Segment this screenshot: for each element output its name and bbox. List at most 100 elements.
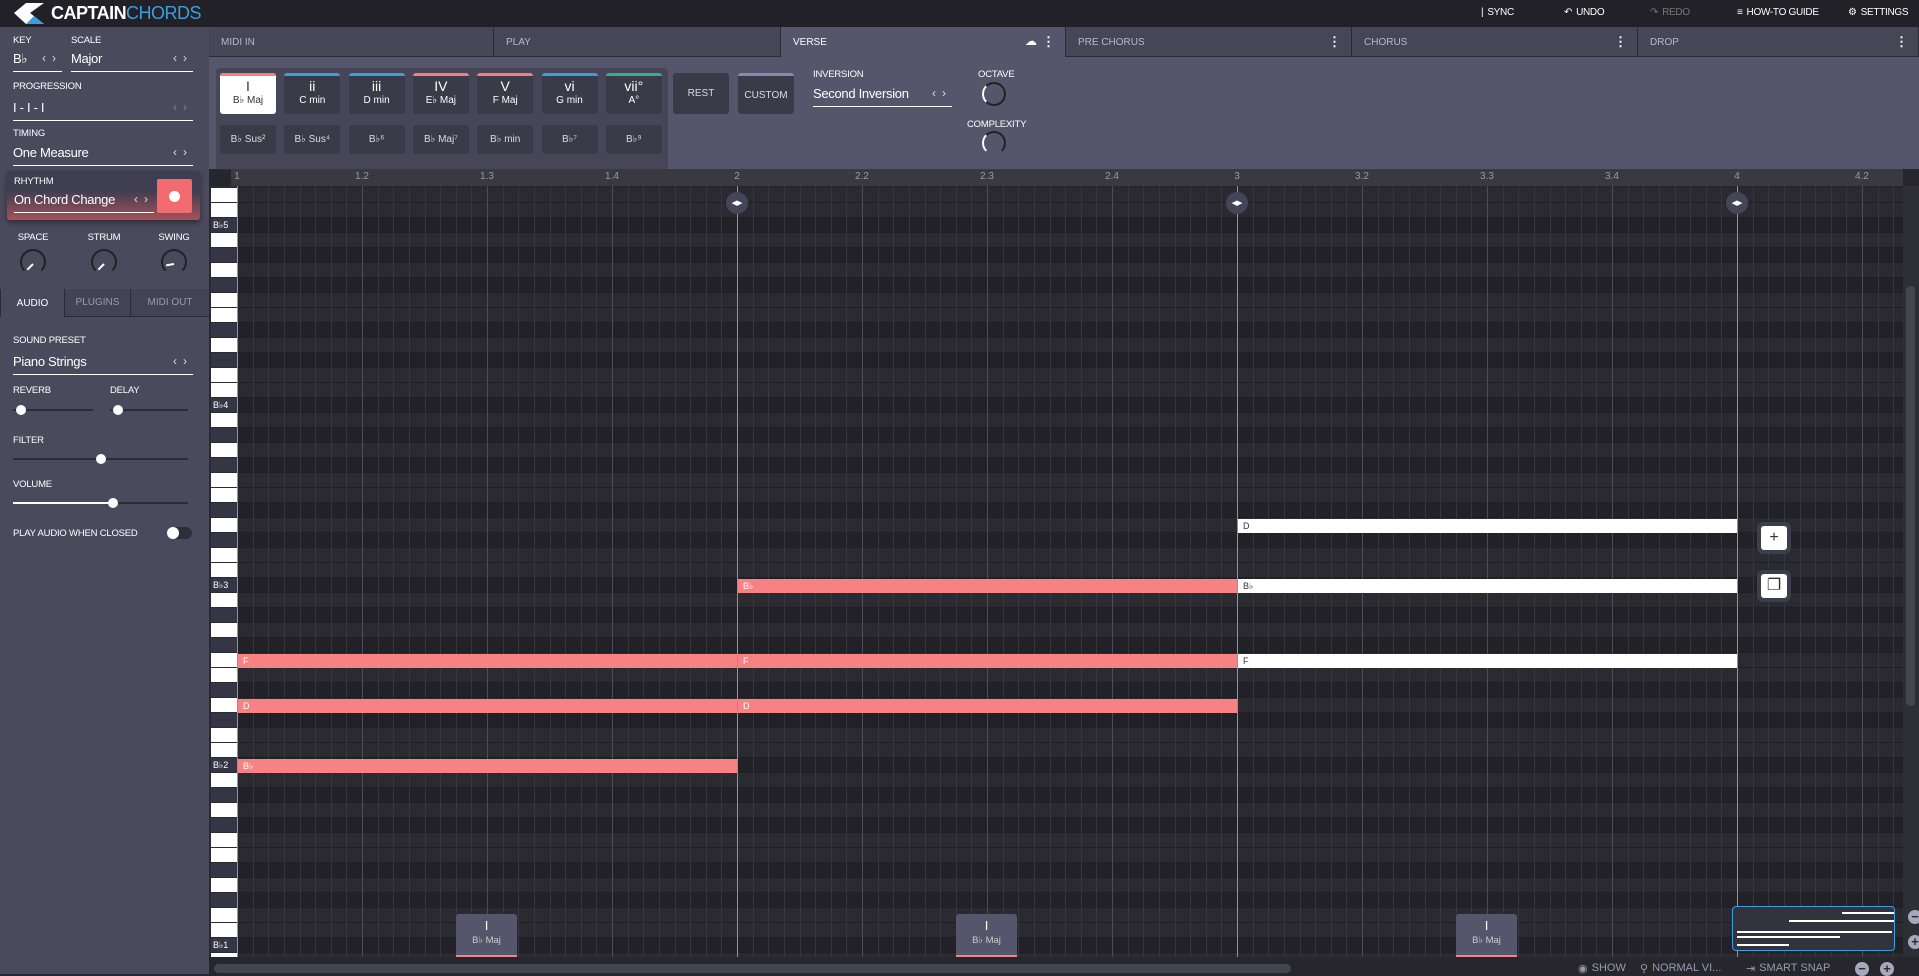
piano-key[interactable] <box>211 473 237 487</box>
piano-key[interactable] <box>211 428 237 442</box>
piano-key[interactable] <box>211 593 237 607</box>
tab-audio[interactable]: AUDIO <box>0 289 64 317</box>
chord-button-vi[interactable]: vi G min <box>541 73 598 114</box>
piano-key[interactable] <box>211 773 237 787</box>
more-options-icon[interactable]: ⋮ <box>1328 34 1341 50</box>
note-F3[interactable]: F <box>738 654 1237 668</box>
sync-button[interactable]: | SYNC <box>1481 7 1514 18</box>
piano-key[interactable] <box>211 383 237 397</box>
horizontal-scrollbar[interactable] <box>214 964 1291 973</box>
tab-pre-chorus[interactable]: PRE CHORUS ⋮ <box>1066 27 1352 57</box>
tab-midi-in[interactable]: MIDI IN <box>209 27 494 57</box>
note-D3[interactable]: D <box>238 699 737 713</box>
redo-button[interactable]: ↷ REDO <box>1650 7 1690 18</box>
piano-key[interactable] <box>211 788 237 802</box>
loop-handle-icon[interactable]: ◀▶ <box>1226 192 1248 214</box>
timeline-ruler[interactable]: 1 1.2 1.3 1.4 2 2.2 2.3 2.4 3 3.2 3.3 3.4 4 4.2 <box>231 169 1903 186</box>
piano-key[interactable] <box>211 263 237 277</box>
chord-button-vii°[interactable]: vii° A° <box>605 73 662 114</box>
vertical-zoom-in-icon[interactable]: + <box>1908 935 1919 949</box>
chord-pad[interactable]: I B♭ Maj <box>456 914 517 957</box>
swing-knob[interactable] <box>161 249 187 275</box>
extension-button[interactable]: B♭ Maj⁷ <box>412 125 469 154</box>
piano-key[interactable] <box>211 203 237 217</box>
piano-key[interactable] <box>211 368 237 382</box>
extension-button[interactable]: B♭⁶ <box>348 125 405 154</box>
minimap[interactable] <box>1732 906 1895 951</box>
how-to-guide-button[interactable]: ≡ HOW-TO GUIDE <box>1737 7 1819 18</box>
space-knob[interactable] <box>20 249 46 275</box>
complexity-knob[interactable] <box>982 131 1006 155</box>
piano-key[interactable] <box>211 863 237 877</box>
extension-button[interactable]: B♭ min <box>477 125 534 154</box>
tab-midi-out[interactable]: MIDI OUT <box>130 289 209 317</box>
chord-button-ii[interactable]: ii C min <box>284 73 341 114</box>
piano-keys[interactable]: B♭5 B♭4 B♭3 B♭2 B♭1 <box>209 186 237 957</box>
filter-slider[interactable] <box>13 454 188 464</box>
slider-thumb[interactable] <box>16 405 26 415</box>
timing-select[interactable]: One Measure ‹› <box>13 144 193 166</box>
note-D3[interactable]: D <box>738 699 1237 713</box>
more-options-icon[interactable]: ⋮ <box>1614 34 1627 50</box>
piano-key[interactable] <box>211 848 237 862</box>
note-D4[interactable]: D <box>1238 519 1737 533</box>
scale-arrows[interactable]: ‹› <box>173 51 193 65</box>
duplicate-button[interactable]: ❐ <box>1757 570 1791 602</box>
vertical-zoom-out-icon[interactable]: − <box>1908 910 1919 924</box>
piano-key[interactable] <box>211 743 237 757</box>
piano-key[interactable] <box>211 713 237 727</box>
delay-slider[interactable] <box>110 405 188 415</box>
vertical-scrollbar[interactable] <box>1903 186 1919 957</box>
piano-key[interactable] <box>211 278 237 292</box>
note-F3[interactable]: F <box>1238 654 1737 668</box>
piano-key[interactable] <box>211 683 237 697</box>
loop-handle-icon[interactable]: ◀▶ <box>1726 192 1748 214</box>
note-Bb3[interactable]: B♭ <box>738 579 1237 593</box>
extension-button[interactable]: B♭⁷ <box>541 125 598 154</box>
show-button[interactable]: ◉ SHOW <box>1578 962 1626 975</box>
progression-select[interactable]: I - I - I ‹› <box>13 99 193 121</box>
key-arrows[interactable]: ‹› <box>42 51 62 65</box>
timing-arrows[interactable]: ‹› <box>173 145 193 159</box>
inversion-select[interactable]: Second Inversion ‹› <box>813 85 952 107</box>
chord-button-V[interactable]: VF Maj <box>477 73 534 114</box>
reverb-slider[interactable] <box>13 405 93 415</box>
extension-button[interactable]: B♭ Sus⁴ <box>284 125 341 154</box>
chord-button-iii[interactable]: iii D min <box>348 73 405 114</box>
custom-button[interactable]: CUSTOM <box>738 73 794 114</box>
piano-key[interactable] <box>211 308 237 322</box>
piano-key[interactable] <box>211 563 237 577</box>
slider-thumb[interactable] <box>95 454 106 464</box>
tab-verse[interactable]: VERSE ⋮ ☁ <box>781 27 1066 57</box>
piano-key[interactable] <box>211 623 237 637</box>
piano-key[interactable] <box>211 653 237 667</box>
settings-button[interactable]: ⚙ SETTINGS <box>1848 7 1909 18</box>
piano-key[interactable] <box>211 548 237 562</box>
piano-roll-grid[interactable]: B♭ D F D F B♭ F B♭ D ◀▶ ◀▶ ◀▶ I B♭ Maj I B♭ Maj I B♭ Maj +… <box>237 186 1903 957</box>
tab-drop[interactable]: DROP ⋮ <box>1638 27 1919 57</box>
note-Bb2[interactable]: B♭ <box>238 759 737 773</box>
progression-arrows[interactable]: ‹› <box>173 100 193 114</box>
view-mode-button[interactable]: ⚲ NORMAL VI... <box>1640 962 1721 975</box>
tab-plugins[interactable]: PLUGINS <box>64 289 130 317</box>
piano-key[interactable] <box>211 323 237 337</box>
sound-preset-select[interactable]: Piano Strings ‹› <box>13 353 193 375</box>
piano-key[interactable] <box>211 908 237 922</box>
piano-key[interactable] <box>211 608 237 622</box>
loop-handle-icon[interactable]: ◀▶ <box>726 192 748 214</box>
piano-key[interactable] <box>211 923 237 937</box>
rhythm-select[interactable]: On Chord Change ‹› <box>14 191 154 213</box>
piano-key[interactable] <box>211 698 237 712</box>
tab-play[interactable]: PLAY <box>494 27 781 57</box>
rest-button[interactable]: REST <box>673 73 729 114</box>
key-select[interactable]: B♭ ‹› <box>13 50 62 72</box>
piano-key[interactable] <box>211 488 237 502</box>
rhythm-arrows[interactable]: ‹› <box>134 192 154 206</box>
chord-pad[interactable]: I B♭ Maj <box>1456 914 1517 957</box>
strum-knob[interactable] <box>91 249 117 275</box>
smart-snap-button[interactable]: ⇥ SMART SNAP <box>1746 962 1830 975</box>
note-Bb3[interactable]: B♭ <box>1238 579 1737 593</box>
slider-thumb[interactable] <box>107 498 118 508</box>
volume-slider[interactable] <box>13 498 188 508</box>
piano-key[interactable] <box>211 353 237 367</box>
